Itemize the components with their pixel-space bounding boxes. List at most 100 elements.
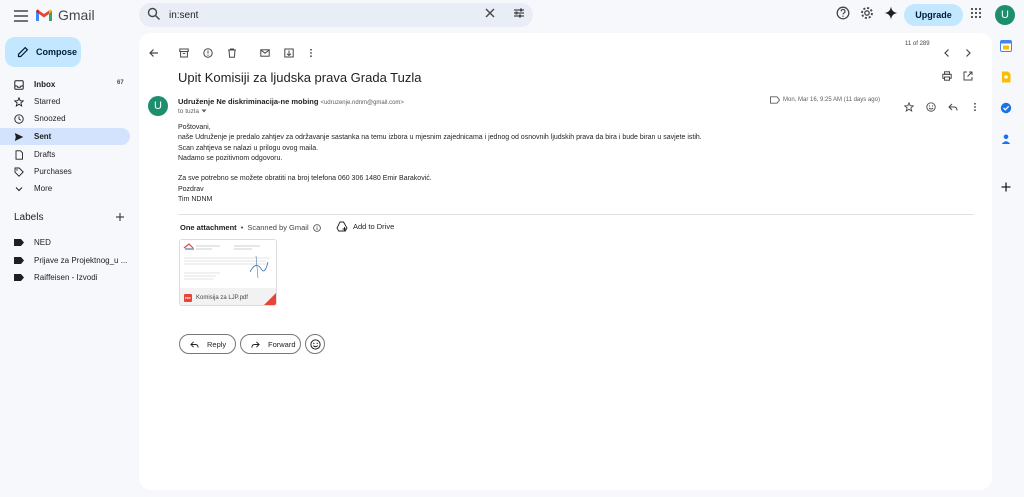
scanned-by-gmail: Scanned by Gmail [247,223,309,232]
settings-button[interactable] [860,6,874,20]
recipient-details[interactable]: to tuzla [178,108,207,115]
sender-avatar[interactable]: U [148,96,168,116]
back-button[interactable] [142,41,166,65]
search-button[interactable] [147,7,161,21]
keep-app-button[interactable] [1000,71,1012,83]
star-message-button[interactable] [897,95,921,119]
gmail-m-icon [36,9,52,21]
report-icon [203,48,213,58]
reply-button[interactable]: Reply [179,334,236,354]
attachments-header: One attachment • Scanned by Gmail [180,223,321,232]
calendar-app-button[interactable] [1000,40,1012,52]
attachment-file-name: Komisija za LJP.pdf [196,294,248,301]
account-avatar[interactable]: U [995,5,1015,25]
clear-search-button[interactable] [484,7,496,19]
add-all-to-drive-button[interactable]: Add to Drive [336,221,394,232]
info-icon[interactable] [312,223,321,232]
sidebar-item-more[interactable]: More [0,180,130,197]
sidebar-item-purchases[interactable]: Purchases [0,163,130,180]
sidebar-item-starred[interactable]: Starred [0,93,130,110]
sender-name-text: Udruženje Ne diskriminacija-ne mobing [178,97,319,106]
pdf-file-icon: PDF [184,293,192,302]
label-indicator [770,96,780,104]
search-bar [139,3,533,27]
gmail-logo[interactable]: Gmail [35,7,95,23]
delete-button[interactable] [220,41,244,65]
archive-icon [179,48,189,58]
label-item-prijave[interactable]: Prijave za Projektnog_u ... [0,253,130,270]
recipient-text: to tuzla [178,108,199,115]
create-label-button[interactable] [115,212,125,222]
body-line: naše Udruženje je predalo zahtjev za odr… [178,134,702,142]
print-button[interactable] [942,71,952,81]
more-vert-icon [974,102,976,112]
more-vert-icon [310,48,312,58]
close-icon [485,8,495,18]
report-spam-button[interactable] [196,41,220,65]
tasks-app-button[interactable] [1000,102,1012,114]
older-button[interactable] [956,41,980,65]
chevron-right-icon [966,49,971,57]
sidebar-item-snoozed[interactable]: Snoozed [0,110,130,127]
label-item-ned[interactable]: NED [0,235,130,252]
contacts-app-button[interactable] [1000,133,1012,145]
sidebar-item-label: Sent [34,132,52,141]
sender-email: <udruzenje.ndnm@gmail.com> [320,100,404,106]
label-icon [14,239,24,246]
message-date: Mon, Mar 16, 9:25 AM (11 days ago) [783,97,880,103]
forward-button[interactable]: Forward [240,334,301,354]
upgrade-button[interactable]: Upgrade [904,4,963,26]
tune-icon [514,8,524,18]
get-addons-button[interactable] [1000,181,1012,193]
sidebar-item-label: Purchases [34,167,72,176]
attachment-card[interactable]: PDF Komisija za LJP.pdf [179,239,277,306]
message-body: Poštovani, naše Udruženje je predalo zah… [178,123,958,205]
add-to-drive-label: Add to Drive [353,222,395,231]
body-line: Tim NDNM [178,196,213,204]
sidebar-item-sent[interactable]: Sent [0,128,130,145]
message-more-button[interactable] [963,95,987,119]
open-new-window-button[interactable] [963,71,973,81]
message-view: 11 of 289 Upit Komisiji za ljudska prava… [139,33,992,490]
mark-unread-button[interactable] [253,41,277,65]
archive-button[interactable] [172,41,196,65]
send-icon [14,133,24,141]
google-apps-button[interactable] [970,7,982,19]
move-to-button[interactable] [277,41,301,65]
label-icon [14,274,24,281]
reply-icon-button[interactable] [941,95,965,119]
attachment-footer: PDF Komisija za LJP.pdf [180,288,276,305]
reply-label: Reply [207,339,227,349]
body-line: Nadamo se pozitivnom odgovoru. [178,154,283,162]
apps-grid-icon [970,7,982,19]
add-reaction-button[interactable] [919,95,943,119]
inbox-count: 67 [117,80,124,86]
label-item-label: Raiffeisen - Izvodi [34,273,98,282]
label-icon [14,257,24,264]
sender-name[interactable]: Udruženje Ne diskriminacija-ne mobing <ud… [178,97,404,106]
sidebar-item-inbox[interactable]: Inbox 67 [0,76,130,93]
main-menu-button[interactable] [8,3,34,29]
sidebar-item-label: Inbox [34,80,56,89]
compose-button[interactable]: Compose [5,37,81,67]
support-button[interactable] [836,6,850,20]
react-emoji-button[interactable] [305,334,325,354]
sidebar-item-label: Starred [34,97,61,106]
open-in-new-icon [963,71,973,81]
trash-icon [228,48,236,58]
gmail-wordmark: Gmail [58,7,95,23]
calendar-icon [1000,40,1012,52]
search-options-button[interactable] [513,7,525,19]
star-outline-icon [904,102,914,112]
sidebar-item-drafts[interactable]: Drafts [0,146,130,163]
search-input[interactable] [169,6,469,24]
caret-down-icon [201,109,207,113]
mail-icon [260,49,270,57]
label-item-raiffeisen[interactable]: Raiffeisen - Izvodi [0,270,130,287]
gear-icon [861,7,873,19]
sparkle-icon [884,6,898,20]
search-icon [147,7,160,20]
message-subject: Upit Komisiji za ljudska prava Grada Tuz… [178,70,422,85]
more-options-button[interactable] [299,41,323,65]
gemini-button[interactable] [884,6,898,20]
